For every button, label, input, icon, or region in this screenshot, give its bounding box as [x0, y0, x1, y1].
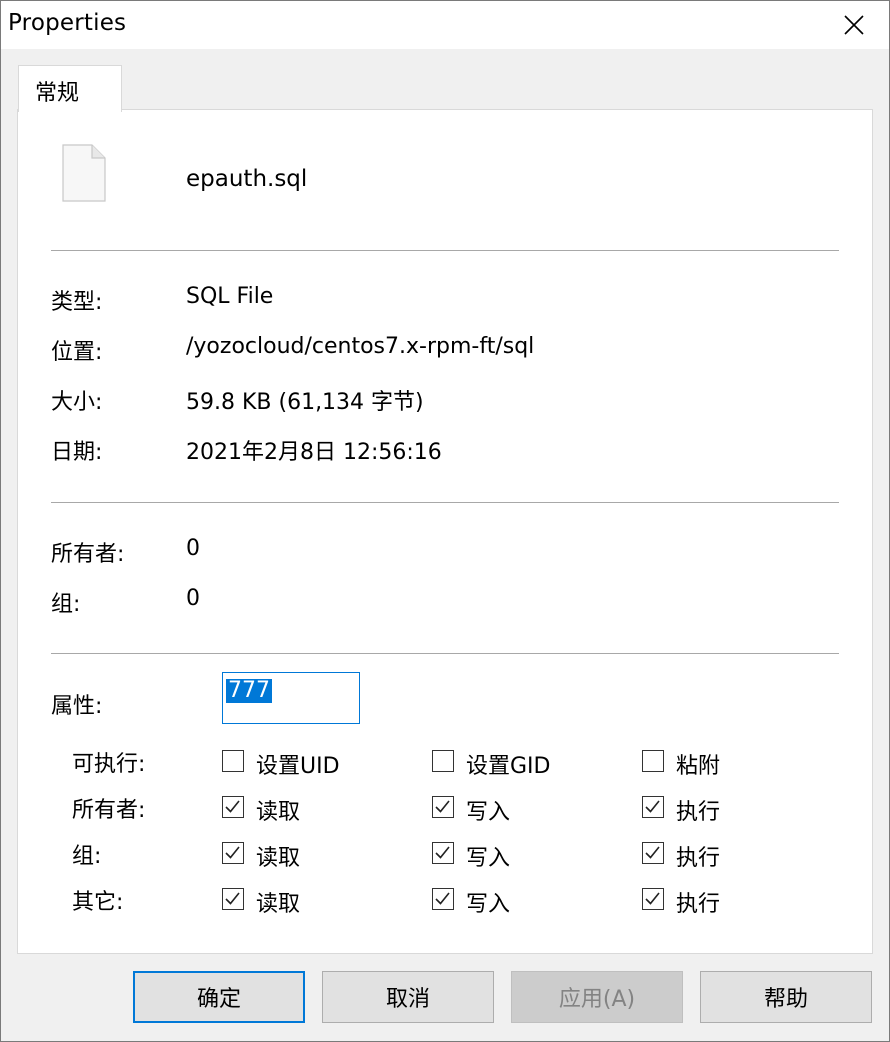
tab-general[interactable]: 常规 [18, 65, 122, 112]
perm-row-label: 所有者: [72, 798, 146, 823]
perm-checkbox[interactable] [432, 750, 454, 772]
group-value: 0 [186, 586, 200, 611]
attributes-value: 777 [226, 678, 272, 703]
file-icon [62, 144, 106, 202]
perm-checkbox[interactable] [642, 796, 664, 818]
perm-checkbox-label: 设置UID [256, 754, 340, 779]
owner-value: 0 [186, 536, 200, 561]
group-label: 组: [51, 592, 81, 617]
size-value: 59.8 KB (61,134 字节) [186, 390, 424, 415]
perm-checkbox-label: 执行 [676, 846, 721, 871]
perm-checkbox-label: 设置GID [466, 754, 551, 779]
perm-checkbox[interactable] [642, 750, 664, 772]
owner-label: 所有者: [51, 542, 125, 567]
apply-button[interactable]: 应用(A) [511, 971, 683, 1023]
type-label: 类型: [51, 290, 103, 315]
close-icon [844, 15, 864, 35]
close-button[interactable] [819, 1, 889, 49]
perm-checkbox[interactable] [222, 796, 244, 818]
perm-checkbox[interactable] [432, 888, 454, 910]
checkmark-icon [225, 846, 240, 859]
ok-button[interactable]: 确定 [133, 971, 305, 1023]
perm-row-label: 可执行: [72, 752, 146, 777]
checkmark-icon [225, 892, 240, 905]
perm-checkbox-label: 读取 [256, 800, 301, 825]
checkmark-icon [435, 800, 450, 813]
perm-row-label: 组: [72, 844, 102, 869]
perm-checkbox-label: 执行 [676, 892, 721, 917]
checkmark-icon [645, 892, 660, 905]
perm-row-label: 其它: [72, 890, 124, 915]
properties-dialog: Properties 常规 epauth.sql 类型: SQL File 位置… [0, 0, 890, 1042]
date-label: 日期: [51, 440, 103, 465]
perm-checkbox-label: 读取 [256, 892, 301, 917]
attributes-input[interactable]: 777 [222, 672, 360, 724]
separator [51, 653, 839, 654]
title-bar: Properties [1, 1, 889, 49]
perm-checkbox-label: 读取 [256, 846, 301, 871]
perm-checkbox[interactable] [222, 888, 244, 910]
perm-checkbox[interactable] [222, 750, 244, 772]
perm-checkbox-label: 执行 [676, 800, 721, 825]
type-value: SQL File [186, 284, 274, 309]
tab-label: 常规 [35, 81, 80, 106]
perm-checkbox-label: 写入 [466, 846, 511, 871]
perm-checkbox[interactable] [432, 842, 454, 864]
checkmark-icon [435, 892, 450, 905]
checkmark-icon [225, 800, 240, 813]
perm-checkbox[interactable] [642, 888, 664, 910]
perm-checkbox-label: 粘附 [676, 754, 721, 779]
checkmark-icon [645, 800, 660, 813]
location-value: /yozocloud/centos7.x-rpm-ft/sql [186, 334, 535, 359]
checkmark-icon [435, 846, 450, 859]
perm-checkbox[interactable] [222, 842, 244, 864]
help-button[interactable]: 帮助 [700, 971, 872, 1023]
file-name: epauth.sql [186, 166, 308, 192]
location-label: 位置: [51, 340, 103, 365]
size-label: 大小: [51, 390, 103, 415]
attributes-label: 属性: [51, 694, 103, 719]
window-title: Properties [8, 10, 127, 36]
perm-checkbox[interactable] [432, 796, 454, 818]
perm-checkbox[interactable] [642, 842, 664, 864]
cancel-button[interactable]: 取消 [322, 971, 494, 1023]
general-panel: epauth.sql 类型: SQL File 位置: /yozocloud/c… [17, 109, 873, 954]
perm-checkbox-label: 写入 [466, 892, 511, 917]
date-value: 2021年2月8日 12:56:16 [186, 440, 442, 465]
perm-checkbox-label: 写入 [466, 800, 511, 825]
separator [51, 502, 839, 503]
separator [51, 250, 839, 251]
checkmark-icon [645, 846, 660, 859]
